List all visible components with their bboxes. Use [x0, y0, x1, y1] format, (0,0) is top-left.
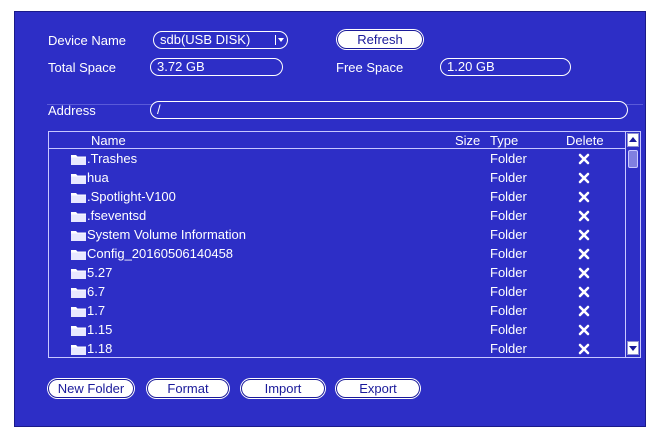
- table-row[interactable]: 1.18 Folder: [49, 340, 625, 357]
- file-type: Folder: [490, 151, 527, 166]
- file-name: .Trashes: [87, 151, 138, 166]
- refresh-button[interactable]: Refresh: [337, 30, 423, 49]
- col-type-header[interactable]: Type: [490, 133, 518, 148]
- file-name: 1.18: [87, 341, 113, 356]
- table-row[interactable]: hua Folder: [49, 169, 625, 188]
- arrow-down-icon: [629, 346, 637, 351]
- delete-icon[interactable]: [577, 304, 591, 318]
- delete-icon[interactable]: [577, 152, 591, 166]
- file-type: Folder: [490, 284, 527, 299]
- file-table: Name Size Type Delete .Trashes Folder hua F…: [48, 131, 641, 358]
- file-type: Folder: [490, 227, 527, 242]
- free-space-label: Free Space: [336, 60, 404, 75]
- total-space-label: Total Space: [48, 60, 116, 75]
- delete-icon[interactable]: [577, 342, 591, 356]
- folder-icon: [71, 250, 86, 260]
- file-name: 1.7: [87, 303, 106, 318]
- folder-icon: [71, 345, 86, 355]
- delete-icon[interactable]: [577, 228, 591, 242]
- file-name: 5.27: [87, 265, 113, 280]
- delete-icon[interactable]: [577, 285, 591, 299]
- file-name: 1.15: [87, 322, 113, 337]
- file-name: Config_20160506140458: [87, 246, 234, 261]
- delete-icon[interactable]: [577, 171, 591, 185]
- table-row[interactable]: .fseventsd Folder: [49, 207, 625, 226]
- scroll-up-button[interactable]: [627, 133, 639, 147]
- device-select-value: sdb(USB DISK): [160, 32, 251, 47]
- free-space-field: 1.20 GB: [440, 58, 571, 76]
- storage-panel: Device Name sdb(USB DISK) Refresh Total …: [14, 11, 646, 427]
- delete-icon[interactable]: [577, 209, 591, 223]
- table-row[interactable]: 1.15 Folder: [49, 321, 625, 340]
- file-type: Folder: [490, 189, 527, 204]
- file-type: Folder: [490, 341, 527, 356]
- file-name: 6.7: [87, 284, 106, 299]
- file-type: Folder: [490, 170, 527, 185]
- file-type: Folder: [490, 303, 527, 318]
- delete-icon[interactable]: [577, 323, 591, 337]
- folder-icon: [71, 212, 86, 222]
- delete-icon[interactable]: [577, 190, 591, 204]
- folder-icon: [71, 288, 86, 298]
- table-row[interactable]: 6.7 Folder: [49, 283, 625, 302]
- table-row[interactable]: Config_20160506140458 Folder: [49, 245, 625, 264]
- file-type: Folder: [490, 265, 527, 280]
- col-delete-header[interactable]: Delete: [566, 133, 604, 148]
- table-row[interactable]: .Spotlight-V100 Folder: [49, 188, 625, 207]
- address-label: Address: [48, 103, 96, 118]
- device-name-label: Device Name: [48, 33, 127, 48]
- file-name: hua: [87, 170, 109, 185]
- file-name: System Volume Information: [87, 227, 246, 242]
- table-row[interactable]: 5.27 Folder: [49, 264, 625, 283]
- table-header: Name Size Type Delete: [49, 132, 625, 149]
- scroll-thumb[interactable]: [628, 150, 638, 168]
- table-row[interactable]: 1.7 Folder: [49, 302, 625, 321]
- folder-icon: [71, 307, 86, 317]
- total-space-field: 3.72 GB: [150, 58, 283, 76]
- folder-icon: [71, 269, 86, 279]
- import-button[interactable]: Import: [241, 379, 325, 398]
- file-type: Folder: [490, 208, 527, 223]
- delete-icon[interactable]: [577, 266, 591, 280]
- new-folder-button[interactable]: New Folder: [48, 379, 134, 398]
- delete-icon[interactable]: [577, 247, 591, 261]
- scrollbar[interactable]: [625, 132, 640, 357]
- address-field[interactable]: /: [150, 101, 628, 119]
- file-name: .Spotlight-V100: [87, 189, 176, 204]
- export-button[interactable]: Export: [336, 379, 420, 398]
- format-button[interactable]: Format: [147, 379, 229, 398]
- folder-icon: [71, 231, 86, 241]
- folder-icon: [71, 193, 86, 203]
- col-size-header[interactable]: Size: [455, 133, 480, 148]
- table-row[interactable]: System Volume Information Folder: [49, 226, 625, 245]
- folder-icon: [71, 155, 86, 165]
- folder-icon: [71, 326, 86, 336]
- file-type: Folder: [490, 322, 527, 337]
- col-name-header[interactable]: Name: [91, 133, 126, 148]
- folder-icon: [71, 174, 86, 184]
- arrow-up-icon: [629, 137, 637, 142]
- scroll-down-button[interactable]: [627, 341, 639, 355]
- table-row[interactable]: .Trashes Folder: [49, 150, 625, 169]
- chevron-down-icon[interactable]: [275, 35, 284, 45]
- device-select[interactable]: sdb(USB DISK): [153, 31, 288, 49]
- file-name: .fseventsd: [87, 208, 147, 223]
- file-type: Folder: [490, 246, 527, 261]
